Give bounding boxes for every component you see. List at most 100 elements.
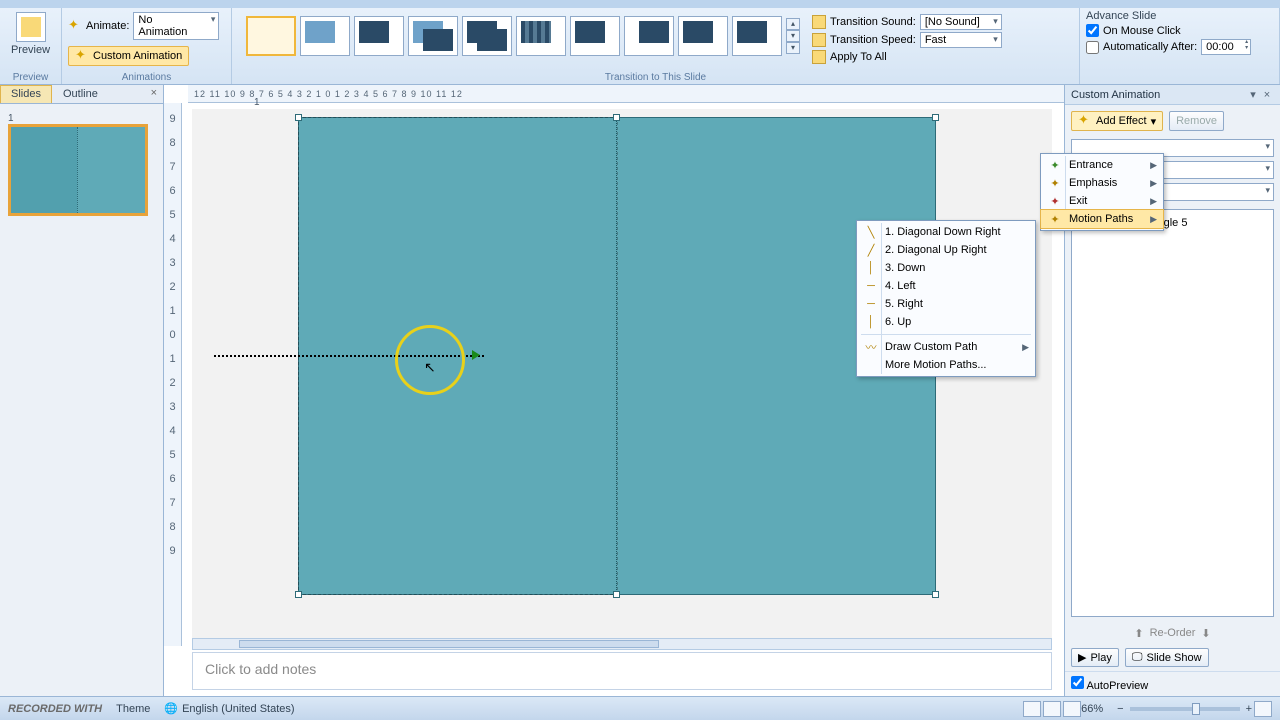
menu-entrance-label: Entrance [1069, 159, 1113, 171]
autopreview-label: AutoPreview [1086, 680, 1148, 692]
auto-after-spinner[interactable]: 00:00 [1201, 39, 1251, 55]
resize-handle[interactable] [932, 591, 939, 598]
transition-thumb-2[interactable] [300, 16, 350, 56]
autopreview-checkbox[interactable]: AutoPreview [1071, 680, 1148, 692]
slide-thumbnail-1[interactable]: 1 [8, 112, 155, 216]
add-effect-button[interactable]: Add Effect ▾ [1071, 111, 1163, 131]
path-label-4: 4. Left [885, 280, 916, 292]
add-effect-icon [1078, 114, 1092, 128]
down-icon: │ [863, 262, 879, 274]
apply-to-all-button[interactable]: Apply To All [812, 50, 1002, 64]
tab-slides[interactable]: Slides [0, 85, 52, 103]
path-more[interactable]: More Motion Paths... [857, 356, 1035, 374]
motion-path-end-icon [472, 350, 480, 360]
menu-entrance[interactable]: ✦Entrance▶ [1041, 156, 1163, 174]
status-language[interactable]: 🌐 English (United States) [164, 702, 294, 715]
remove-button[interactable]: Remove [1169, 111, 1224, 131]
slideshow-label: Slide Show [1146, 652, 1201, 664]
ca-pane-menu-icon[interactable]: ▾ [1246, 88, 1260, 101]
path-diag-up-right[interactable]: ╱ 2. Diagonal Up Right [857, 241, 1035, 259]
custom-animation-icon [75, 49, 89, 63]
on-mouse-click-input[interactable] [1086, 24, 1099, 37]
ca-pane-close-icon[interactable]: × [1260, 89, 1274, 101]
advance-title: Advance Slide [1086, 10, 1273, 22]
effect-list[interactable]: 1 🖱 Rectangle 5 [1071, 209, 1274, 617]
transition-thumb-5[interactable] [462, 16, 512, 56]
resize-handle[interactable] [613, 591, 620, 598]
transition-thumb-4[interactable] [408, 16, 458, 56]
transition-thumb-8[interactable] [624, 16, 674, 56]
path-label-5: 5. Right [885, 298, 923, 310]
emphasis-icon: ✦ [1047, 177, 1063, 190]
resize-handle[interactable] [613, 114, 620, 121]
transition-thumb-6[interactable] [516, 16, 566, 56]
slideshow-button[interactable]: 🖵 Slide Show [1125, 648, 1209, 667]
view-normal-button[interactable] [1023, 701, 1041, 717]
group-label-preview: Preview [13, 72, 49, 84]
transition-thumb-9[interactable] [678, 16, 728, 56]
cursor-icon: ↖ [424, 359, 436, 376]
path-draw-custom[interactable]: 〰Draw Custom Path▶ [857, 338, 1035, 356]
resize-handle[interactable] [295, 591, 302, 598]
resize-handle[interactable] [932, 114, 939, 121]
animate-dropdown[interactable]: No Animation [133, 12, 219, 40]
slides-panel: Slides Outline × 1 [0, 85, 164, 696]
play-button[interactable]: ▶ Play [1071, 648, 1119, 667]
menu-exit[interactable]: ✦Exit▶ [1041, 192, 1163, 210]
gallery-more-icon[interactable]: ▾ [786, 42, 800, 54]
zoom-in-icon[interactable]: + [1246, 703, 1252, 715]
tab-outline[interactable]: Outline [52, 85, 109, 103]
path-diag-down-right[interactable]: ╲1. Diagonal Down Right [857, 223, 1035, 241]
path-up[interactable]: │6. Up [857, 313, 1035, 331]
apply-all-icon [812, 50, 826, 64]
gallery-down-icon[interactable]: ▾ [786, 30, 800, 42]
fit-window-button[interactable] [1254, 701, 1272, 717]
reorder-down-icon[interactable]: ⬇ [1201, 627, 1210, 640]
view-slideshow-button[interactable] [1063, 701, 1081, 717]
transition-thumb-7[interactable] [570, 16, 620, 56]
resize-handle[interactable] [295, 114, 302, 121]
zoom-out-icon[interactable]: − [1117, 703, 1123, 715]
auto-after-checkbox[interactable]: Automatically After: 00:00 [1086, 39, 1273, 55]
notes-pane[interactable]: Click to add notes [192, 652, 1052, 690]
menu-exit-label: Exit [1069, 195, 1087, 207]
menu-motion-paths[interactable]: ✦Motion Paths▶ [1041, 210, 1163, 228]
menu-motion-paths-label: Motion Paths [1069, 213, 1133, 225]
menu-emphasis-label: Emphasis [1069, 177, 1117, 189]
autopreview-input[interactable] [1071, 676, 1084, 689]
path-right[interactable]: ─ 5. Right [857, 295, 1035, 313]
transition-thumb-3[interactable] [354, 16, 404, 56]
path-label-2: 2. Diagonal Up Right [885, 244, 987, 256]
zoom-percent[interactable]: 66% [1081, 703, 1103, 715]
gallery-up-icon[interactable]: ▴ [786, 18, 800, 30]
zoom-slider[interactable] [1130, 707, 1240, 711]
group-label-animations: Animations [68, 72, 225, 84]
draw-custom-icon: 〰 [863, 339, 879, 355]
page-indicator: 1 [254, 97, 260, 108]
transition-thumb-none[interactable] [246, 16, 296, 56]
menu-emphasis[interactable]: ✦Emphasis▶ [1041, 174, 1163, 192]
on-mouse-click-checkbox[interactable]: On Mouse Click [1086, 24, 1273, 37]
editor-area: 12 11 10 9 8 7 6 5 4 3 2 1 0 1 2 3 4 5 6… [164, 85, 1064, 696]
up-icon: │ [863, 316, 879, 328]
auto-after-input[interactable] [1086, 41, 1099, 54]
sound-dropdown[interactable]: [No Sound] [920, 14, 1002, 30]
status-theme: Theme [116, 703, 150, 715]
speed-label: Transition Speed: [830, 34, 916, 46]
reorder-up-icon[interactable]: ⬆ [1134, 627, 1143, 640]
path-down[interactable]: │3. Down [857, 259, 1035, 277]
slides-panel-close-icon[interactable]: × [145, 85, 163, 103]
diag-up-right-icon: ╱ [863, 244, 879, 257]
speed-dropdown[interactable]: Fast [920, 32, 1002, 48]
horizontal-scrollbar[interactable] [192, 638, 1052, 650]
transition-thumb-10[interactable] [732, 16, 782, 56]
transition-gallery[interactable]: ▴ ▾ ▾ [238, 12, 808, 60]
status-bar: RECORDED WITH Theme 🌐 English (United St… [0, 696, 1280, 720]
group-label-transition: Transition to This Slide [238, 72, 1073, 84]
path-left[interactable]: ─4. Left [857, 277, 1035, 295]
custom-animation-button[interactable]: Custom Animation [68, 46, 189, 66]
view-sorter-button[interactable] [1043, 701, 1061, 717]
preview-button[interactable]: Preview [7, 12, 55, 56]
play-label: Play [1090, 652, 1111, 664]
right-icon: ─ [863, 298, 879, 310]
